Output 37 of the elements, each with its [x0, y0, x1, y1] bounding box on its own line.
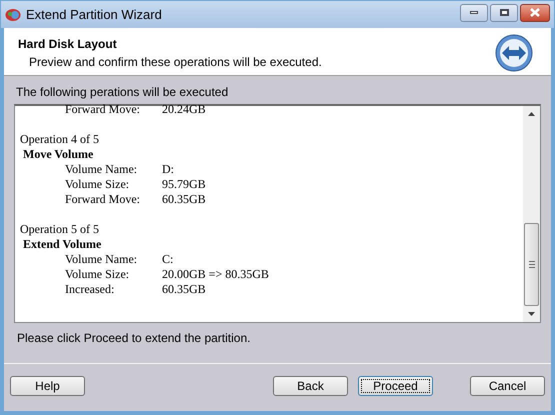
minimize-button[interactable] — [460, 4, 488, 22]
field-value: 20.00GB => 80.35GB — [162, 267, 269, 282]
field-value: C: — [162, 252, 174, 267]
close-icon — [530, 8, 540, 17]
operation-heading: Operation 4 of 5 — [20, 132, 100, 147]
scrollbar-thumb[interactable] — [524, 223, 539, 306]
help-button[interactable]: Help — [10, 376, 85, 396]
operation-title: Extend Volume — [23, 237, 102, 252]
page-subtitle: Preview and confirm these operations will be executed. — [29, 54, 322, 71]
scroll-up-icon[interactable] — [528, 112, 535, 116]
grip-icon — [528, 261, 534, 268]
field-label: Forward Move: — [65, 102, 141, 117]
hint-text: Please click Proceed to extend the partition. — [17, 330, 252, 347]
scroll-down-icon[interactable] — [528, 312, 535, 316]
field-value: 60.35GB — [162, 192, 206, 207]
operation-title: Move Volume — [23, 147, 94, 162]
field-label: Volume Name: — [65, 162, 138, 177]
field-label: Forward Move: — [65, 192, 141, 207]
app-icon — [5, 8, 21, 22]
cancel-button[interactable]: Cancel — [470, 376, 545, 396]
back-button[interactable]: Back — [273, 376, 348, 396]
field-value: 20.24GB — [162, 102, 206, 117]
field-label: Volume Size: — [65, 267, 130, 282]
operation-heading: Operation 5 of 5 — [20, 222, 100, 237]
list-caption: The following perations will be executed — [16, 84, 230, 101]
window-title: Extend Partition Wizard — [26, 6, 162, 24]
field-label: Volume Size: — [65, 177, 130, 192]
proceed-button[interactable]: Proceed — [358, 376, 433, 396]
maximize-button[interactable] — [490, 4, 518, 22]
field-value: 95.79GB — [162, 177, 206, 192]
page-title: Hard Disk Layout — [18, 36, 118, 53]
field-label: Volume Name: — [65, 252, 138, 267]
arrows-icon — [495, 34, 533, 72]
field-value: 60.35GB — [162, 282, 206, 297]
field-label: Increased: — [65, 282, 116, 297]
field-value: D: — [162, 162, 174, 177]
close-button[interactable] — [520, 4, 550, 22]
